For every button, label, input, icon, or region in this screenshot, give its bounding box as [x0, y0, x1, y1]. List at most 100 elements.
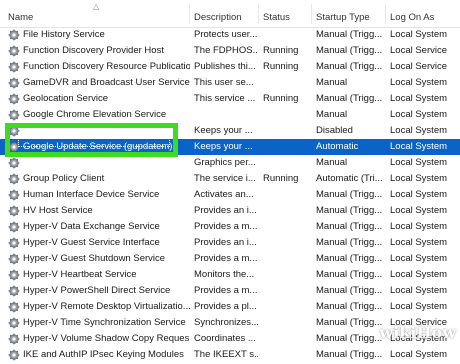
service-log-on-as: Local System: [390, 109, 448, 120]
service-startup-type: Manual (Trigg...: [316, 317, 383, 328]
service-name: Hyper-V Time Synchronization Service: [23, 317, 186, 328]
gear-icon: [8, 221, 20, 233]
service-name: Geolocation Service: [23, 93, 109, 104]
service-log-on-as: Local System: [390, 301, 448, 312]
column-divider[interactable]: [189, 4, 190, 24]
gear-icon: [8, 45, 20, 57]
service-row[interactable]: File History Service Protects user... Manu…: [0, 27, 460, 43]
gear-icon: [8, 349, 20, 361]
service-description: The FDPHOS...: [194, 45, 258, 56]
service-name: Group Policy Client: [23, 173, 105, 184]
service-row[interactable]: Hyper-V PowerShell Direct Service Provide…: [0, 283, 460, 299]
service-name: Hyper-V PowerShell Direct Service: [23, 285, 171, 296]
service-log-on-as: Local System: [390, 173, 448, 184]
column-header-name[interactable]: Name: [8, 12, 33, 23]
gear-icon: [8, 237, 20, 249]
service-description: Provides a m...: [194, 253, 258, 264]
service-name: Hyper-V Volume Shadow Copy Reques...: [23, 333, 190, 344]
service-row[interactable]: Google Chrome Elevation Service Manual Loc…: [0, 107, 460, 123]
service-log-on-as: Local System: [390, 157, 448, 168]
service-description: Protects user...: [194, 29, 258, 40]
service-log-on-as: Local System: [390, 285, 448, 296]
service-log-on-as: Local System: [390, 189, 448, 200]
service-startup-type: Manual (Trigg...: [316, 189, 383, 200]
service-description: The service i...: [194, 173, 256, 184]
gear-icon: [8, 285, 20, 297]
service-status: Running: [263, 61, 299, 72]
gear-icon: [8, 77, 20, 89]
service-startup-type: Manual (Trigg...: [316, 221, 383, 232]
service-row[interactable]: Group Policy Client The service i... Runni…: [0, 171, 460, 187]
column-header-status[interactable]: Status: [263, 12, 290, 23]
service-startup-type: Manual (Trigg...: [316, 237, 383, 248]
service-description: Coordinates ...: [194, 333, 256, 344]
service-startup-type: Manual (Trigg...: [316, 45, 383, 56]
column-divider[interactable]: [258, 4, 259, 24]
service-description: This service ...: [194, 93, 256, 104]
service-description: Provides a m...: [194, 285, 258, 296]
column-header-description[interactable]: Description: [194, 12, 242, 23]
service-log-on-as: Local System: [390, 125, 448, 136]
service-row[interactable]: Geolocation Service This service ... Runni…: [0, 91, 460, 107]
service-row[interactable]: Hyper-V Guest Shutdown Service Provides a…: [0, 251, 460, 267]
focus-rectangle: [18, 132, 170, 147]
service-log-on-as: Local System: [390, 205, 448, 216]
service-row[interactable]: Hyper-V Remote Desktop Virtualizatio... P…: [0, 299, 460, 315]
service-startup-type: Manual (Trigg...: [316, 301, 383, 312]
service-name: Function Discovery Resource Publication: [23, 61, 190, 72]
service-startup-type: Manual (Trigg...: [316, 269, 383, 280]
column-header-startup-type[interactable]: Startup Type: [316, 12, 370, 23]
service-startup-type: Disabled: [316, 125, 353, 136]
service-log-on-as: Local System: [390, 141, 448, 152]
column-header-log-on-as[interactable]: Log On As: [390, 12, 434, 23]
service-description: Provides a pl...: [194, 301, 257, 312]
service-description: Publishes thi...: [194, 61, 256, 72]
gear-icon: [8, 269, 20, 281]
service-startup-type: Manual: [316, 157, 348, 168]
service-log-on-as: Local System: [390, 77, 448, 88]
service-log-on-as: Local Service: [390, 45, 448, 56]
service-row[interactable]: Graphics per... Manual Local System: [0, 155, 460, 171]
service-log-on-as: Local Service: [390, 61, 448, 72]
service-name: Google Chrome Elevation Service: [23, 109, 167, 120]
service-name: GameDVR and Broadcast User Service...: [23, 77, 190, 88]
gear-icon: [8, 205, 20, 217]
gear-icon: [8, 61, 20, 73]
gear-icon: [8, 333, 20, 345]
gear-icon: [8, 93, 20, 105]
service-name: Hyper-V Guest Shutdown Service: [23, 253, 166, 264]
service-row[interactable]: Function Discovery Provider Host The FDPH…: [0, 43, 460, 59]
service-row[interactable]: Hyper-V Data Exchange Service Provides a …: [0, 219, 460, 235]
service-row[interactable]: Hyper-V Heartbeat Service Monitors the...…: [0, 267, 460, 283]
gear-icon: [8, 317, 20, 329]
service-description: Graphics per...: [194, 157, 256, 168]
service-row[interactable]: IKE and AuthIP IPsec Keying Modules The I…: [0, 347, 460, 363]
column-header-bar: △ Name Description Status Startup Type L…: [0, 0, 460, 28]
service-startup-type: Manual: [316, 109, 348, 120]
service-name: IKE and AuthIP IPsec Keying Modules: [23, 349, 184, 360]
service-log-on-as: Local System: [390, 29, 448, 40]
service-row[interactable]: Human Interface Device Service Activates …: [0, 187, 460, 203]
service-description: The IKEEXT s...: [194, 349, 258, 360]
service-log-on-as: Local System: [390, 237, 448, 248]
column-divider[interactable]: [385, 4, 386, 24]
gear-icon: [8, 173, 20, 185]
gear-icon: [8, 29, 20, 41]
service-startup-type: Manual (Trigg...: [316, 333, 383, 344]
service-description: Keeps your ...: [194, 141, 253, 152]
service-description: This user se...: [194, 77, 254, 88]
service-startup-type: Automatic: [316, 141, 359, 152]
service-name: Hyper-V Guest Service Interface: [23, 237, 160, 248]
service-log-on-as: Local System: [390, 93, 448, 104]
column-divider[interactable]: [311, 4, 312, 24]
gear-icon: [8, 253, 20, 265]
gear-icon: [8, 189, 20, 201]
service-row[interactable]: GameDVR and Broadcast User Service... Thi…: [0, 75, 460, 91]
gear-icon: [8, 157, 20, 169]
service-row[interactable]: Hyper-V Guest Service Interface Provides …: [0, 235, 460, 251]
service-row[interactable]: HV Host Service Provides an i... Manual (T…: [0, 203, 460, 219]
service-description: Provides an i...: [194, 205, 257, 216]
service-row[interactable]: Function Discovery Resource Publication P…: [0, 59, 460, 75]
service-name: HV Host Service: [23, 205, 93, 216]
service-startup-type: Manual (Trigg...: [316, 253, 383, 264]
